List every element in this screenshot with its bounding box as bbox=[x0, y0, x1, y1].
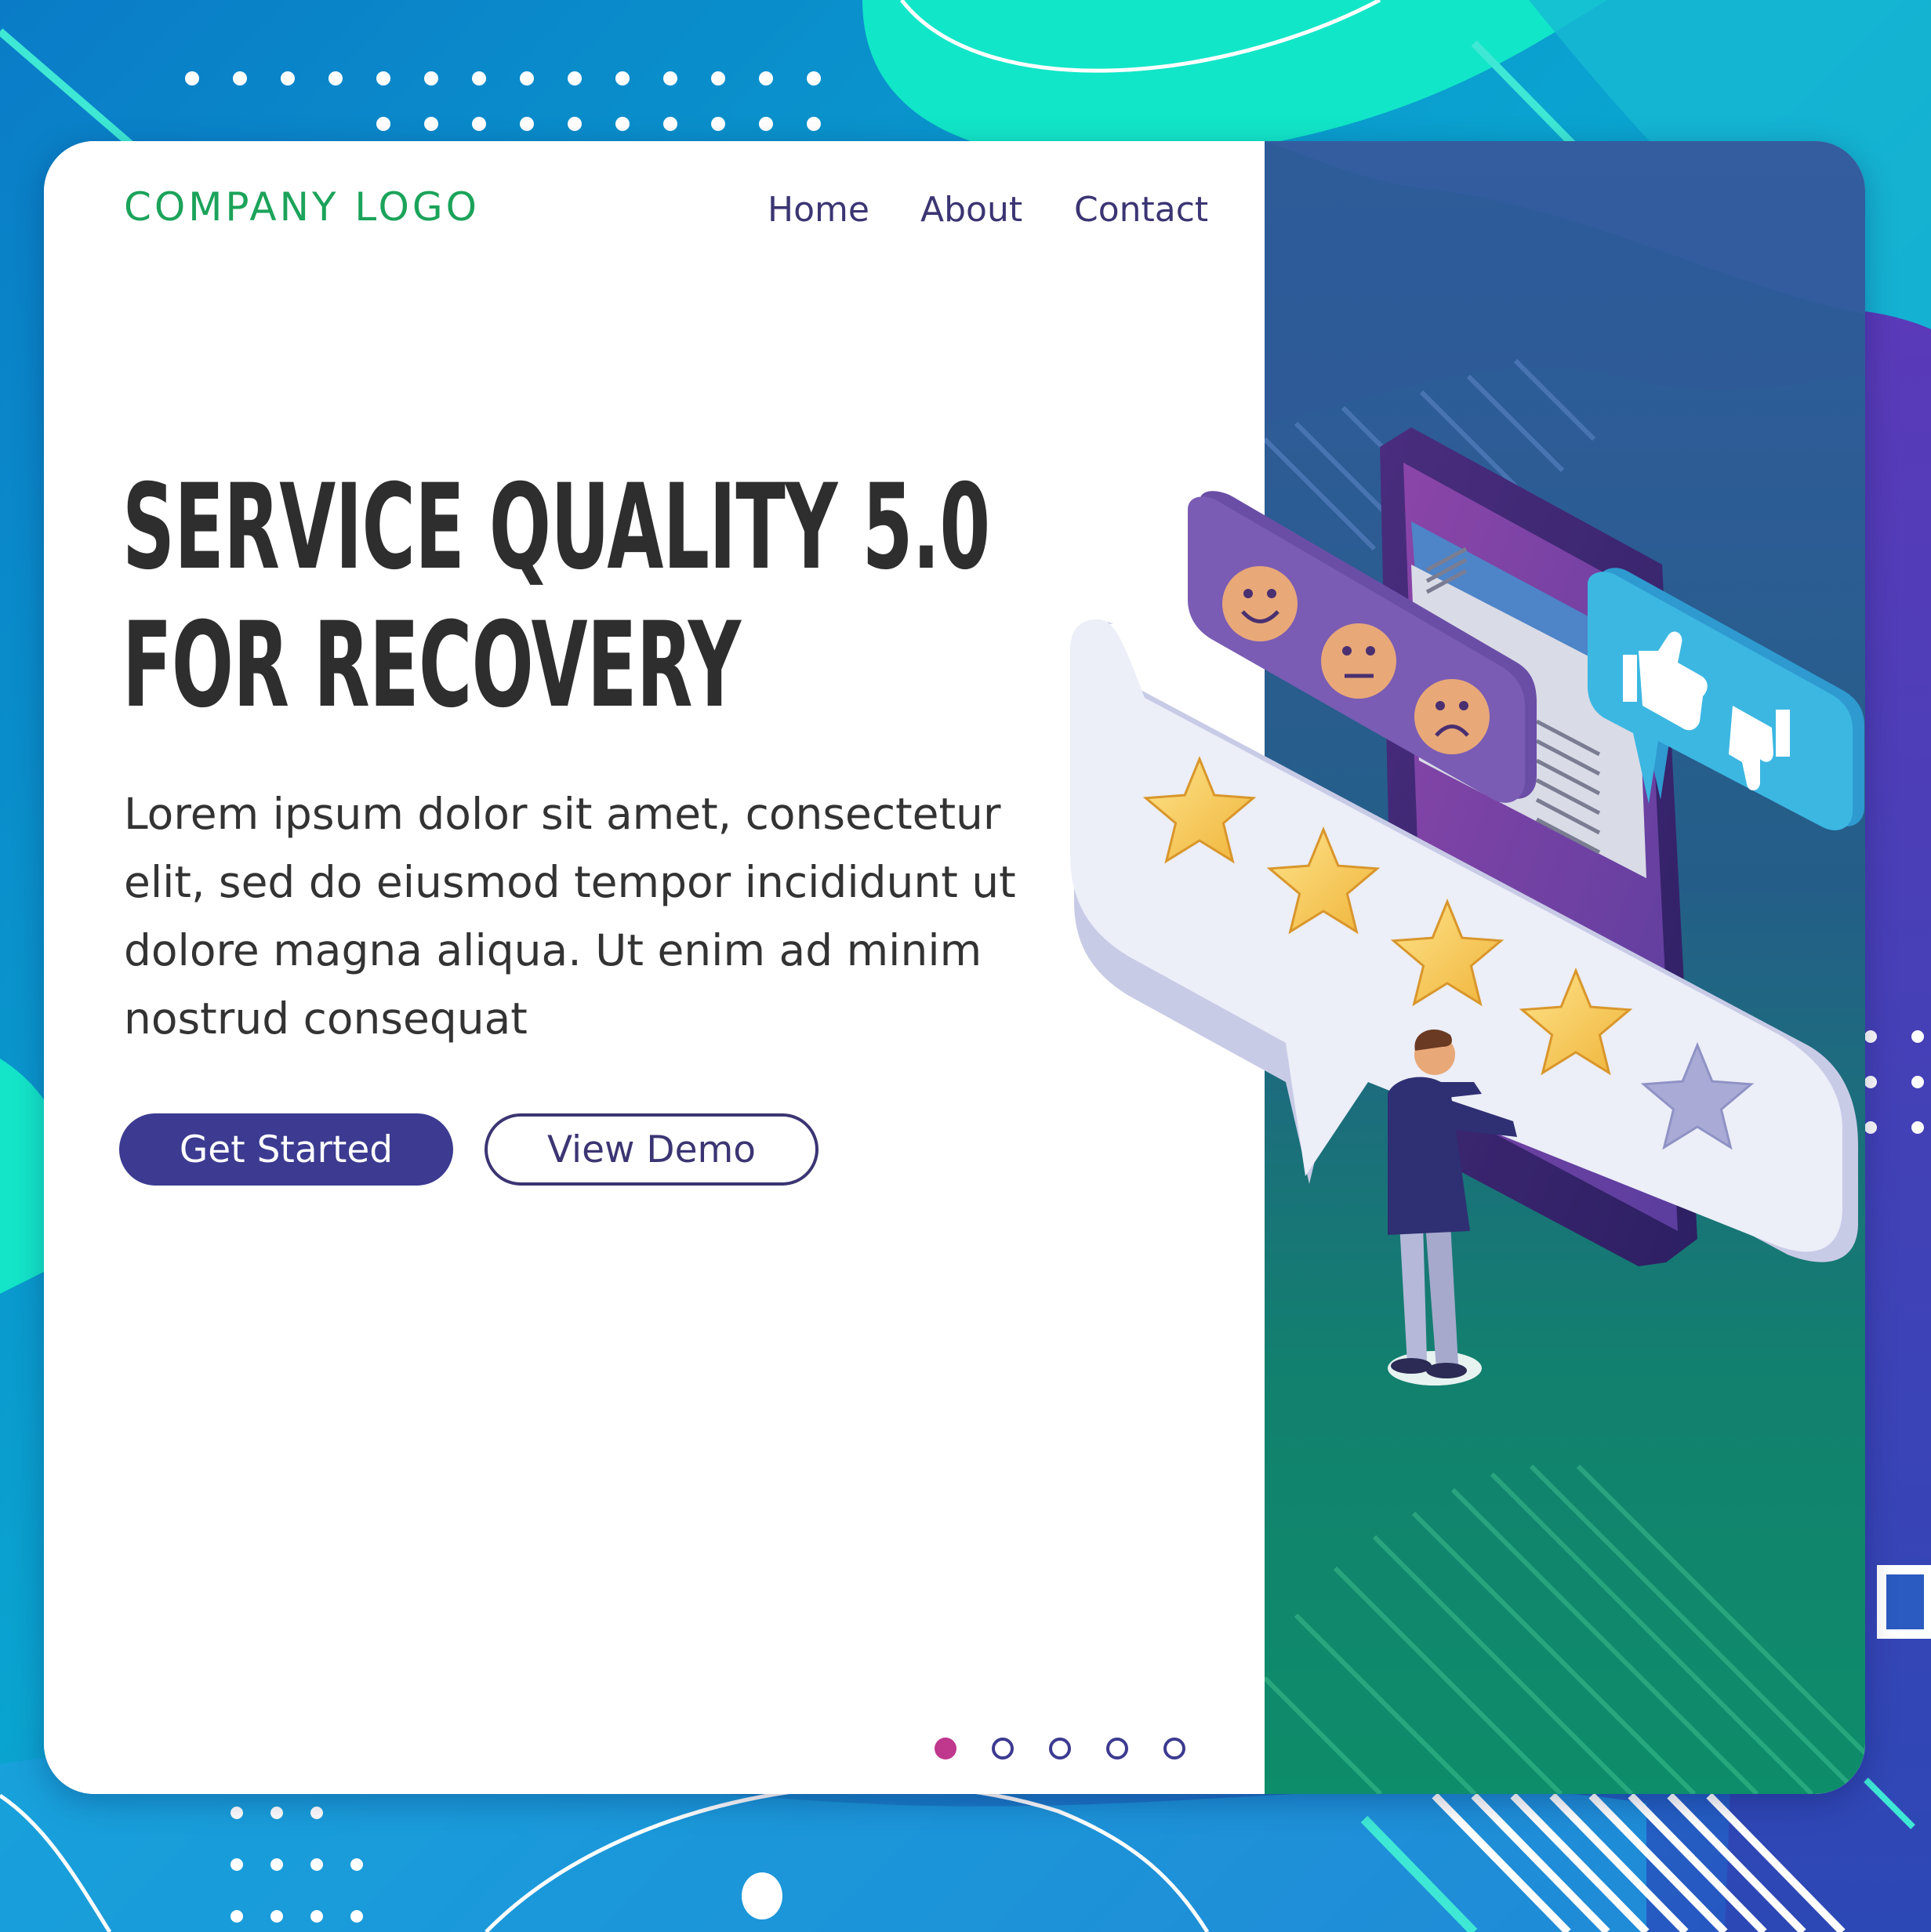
nav-home-link[interactable]: Home bbox=[768, 190, 869, 230]
view-demo-button[interactable]: View Demo bbox=[485, 1113, 818, 1186]
landing-card: COMPANY LOGO Home About Contact SERVICE … bbox=[44, 141, 1865, 1794]
page-title-line-2: FOR RECOVERY bbox=[122, 597, 741, 734]
nav-contact-link[interactable]: Contact bbox=[1074, 190, 1208, 230]
content-panel: COMPANY LOGO Home About Contact SERVICE … bbox=[44, 141, 1265, 1794]
page-title: SERVICE QUALITY 5.0 FOR RECOVERY bbox=[122, 459, 990, 735]
carousel-dot[interactable] bbox=[1049, 1738, 1071, 1760]
carousel-dot-active[interactable] bbox=[935, 1738, 956, 1760]
company-logo[interactable]: COMPANY LOGO bbox=[124, 184, 480, 230]
nav-about-link[interactable]: About bbox=[920, 190, 1022, 230]
hero-description: Lorem ipsum dolor sit amet, consectetur … bbox=[124, 789, 1016, 1044]
carousel-dot[interactable] bbox=[1106, 1738, 1128, 1760]
illustration-panel bbox=[1265, 141, 1865, 1794]
panel-decoration bbox=[1265, 141, 1865, 1794]
page-title-line-1: SERVICE QUALITY 5.0 bbox=[122, 459, 990, 596]
carousel-dot[interactable] bbox=[1163, 1738, 1185, 1760]
get-started-button[interactable]: Get Started bbox=[119, 1113, 453, 1186]
carousel-pagination bbox=[935, 1738, 1217, 1769]
carousel-dot[interactable] bbox=[992, 1738, 1014, 1760]
